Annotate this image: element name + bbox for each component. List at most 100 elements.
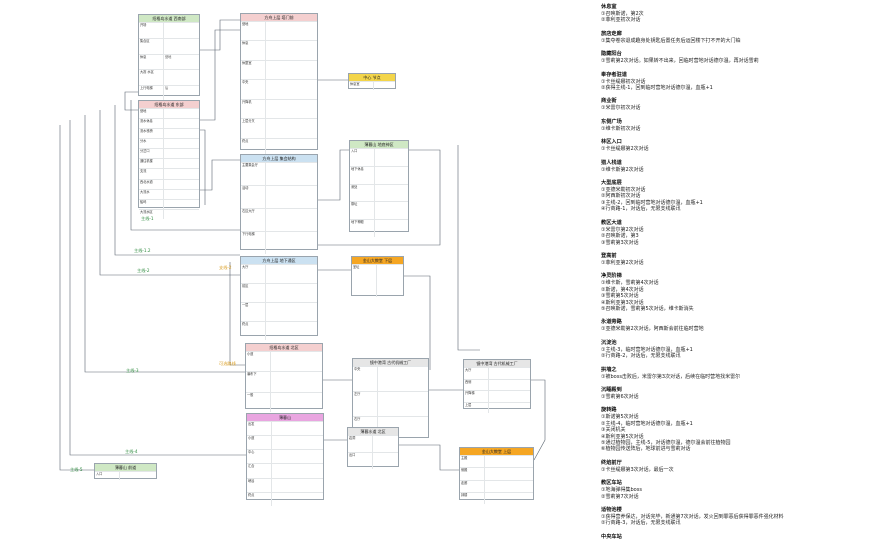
node-row: 瀑布下: [246, 371, 322, 392]
node-row: 开场: [139, 22, 199, 38]
node-row-key: 分水: [139, 139, 164, 149]
node-row-key: 右边大厅: [241, 209, 266, 231]
node-row-value: [375, 202, 408, 219]
note-line: ①卡丝缇娜第3次对话，最后一次: [601, 466, 674, 473]
node-row-value: [266, 186, 317, 208]
note-section: 旅店走廊 ①集夺卷宗退成趣身处钥匙后置任务后运回楼下打不开的大门铂: [601, 31, 883, 44]
node-row: 岩洞: [348, 435, 398, 452]
node-row-key: 小道: [246, 352, 271, 372]
node-row-key: 前区: [241, 284, 266, 302]
node-row-value: [489, 380, 530, 391]
node-row-value: [266, 41, 317, 59]
node-row: 休整室: [241, 59, 317, 80]
note-line: ⑤召唤斯诺，雪莉第5次对话，维卡斯消失: [601, 305, 694, 312]
node-title: 方舟上层 集会结构: [241, 155, 317, 162]
node-row-key: 营地: [139, 109, 164, 119]
node-row-value: [271, 393, 322, 412]
connector-line: [200, 19, 240, 51]
node-row: 船坞: [139, 198, 199, 209]
node-row-value: [375, 185, 408, 202]
node-row-value: [266, 163, 317, 185]
note-title: 东侧广场: [601, 118, 622, 125]
node-row-key: 大厅: [241, 265, 266, 283]
node-row-value: [164, 70, 199, 85]
node-row-value: [485, 468, 533, 479]
node-row-value: [164, 119, 199, 128]
node-row-key: 升降机: [241, 99, 266, 119]
node-row-value: [164, 23, 199, 38]
node-row-key: 终点: [247, 492, 272, 506]
node-row: 前区: [241, 283, 317, 302]
edge-label: 主线-3: [126, 368, 139, 373]
node-row-key: 主要集会厅: [241, 163, 266, 185]
node-row-value: [164, 190, 199, 199]
notes-panel: 休息室 ①召唤斯诺，第2次 ②菲利亚初次对话 旅店走廊 ①集夺卷宗退成趣身处钥匙后置任务…: [601, 4, 883, 548]
note-line: ①菲利亚第2次对话: [601, 259, 644, 266]
note-title: 适物池楼: [601, 507, 622, 514]
node-row-key: 通往机楼: [139, 159, 164, 169]
node-row-key: 主殿: [460, 456, 485, 468]
node-row-value: [164, 159, 199, 168]
node-row-key: 休息室: [349, 82, 374, 90]
note-line: ①维卡斯初次对话: [601, 125, 641, 132]
node-row: 深处: [350, 183, 408, 202]
node-row-value: [266, 265, 317, 283]
node-row-key: 终点: [241, 322, 266, 340]
node-row: 祭坛: [350, 201, 408, 220]
node-row: 西北水道: [139, 178, 199, 189]
node-row-key: 上行电梯: [139, 86, 164, 101]
diagram-node: 绍格岛水道 东部 营地 流水休息 流水栈桥 分水 分岔口 通往机楼 支流 西北水道 大流水 船坞 大流…: [138, 100, 200, 219]
diagram-node: 方舟上层 集会结构 主要集会厅 活动 右边大厅 下行电梯: [240, 154, 318, 254]
note-section: 林区入口 ①卡丝缇娜第2次对话: [601, 139, 883, 152]
node-row-value: [266, 61, 317, 79]
note-title: 商业街: [601, 98, 617, 105]
node-title: 薄暮山: [247, 414, 323, 421]
diagram-node: 薄暮水道 北区 岩洞 出口: [347, 427, 399, 469]
note-line: ①亚德米勒第2次对话，阿西斯会前往临时营地: [601, 326, 704, 333]
node-row: 休息室: [349, 81, 395, 90]
node-row: 汇合: [247, 463, 323, 478]
node-row-value: 营地: [165, 54, 172, 59]
node-row: 中央: [353, 366, 428, 391]
node-row-key: 一般: [246, 392, 271, 412]
node-row-key: 大流水: [139, 189, 164, 199]
note-section: 猎人栈道 ①维卡斯第2次对话: [601, 160, 883, 173]
node-row: 大厅: [464, 367, 530, 379]
node-row: 终点: [241, 321, 317, 340]
connector-line: [200, 159, 240, 191]
node-row: 右边大厅: [241, 208, 317, 231]
connector-line: [399, 444, 459, 471]
node-row-key: 开场: [139, 23, 164, 38]
node-row-value: [164, 149, 199, 158]
note-line: ①集夺卷宗退成趣身处钥匙后置任务后运回楼下打不开的大门铂: [601, 37, 741, 44]
note-title: 奉存者驻道: [601, 71, 627, 78]
note-title: 旋转路: [601, 407, 617, 414]
note-line: ②雪莉第7次对话: [601, 493, 639, 500]
note-line: ①米雷尔初次对话: [601, 105, 641, 112]
node-row: 钟楼: [460, 491, 533, 504]
node-row: 峡谷: [247, 477, 323, 492]
node-row-value: [375, 149, 408, 166]
node-row-value: [266, 322, 317, 340]
node-row-key: 活动: [241, 186, 266, 208]
node-row-key: 休整室: [241, 60, 266, 80]
node-row-value: [378, 367, 428, 391]
node-row-value: [164, 210, 199, 219]
node-row-value: [272, 479, 323, 492]
node-title: 薄暮山 地底神区: [350, 141, 408, 148]
node-row-key: 地下神殿: [350, 220, 375, 237]
node-row: 营地: [241, 21, 317, 41]
node-row: 入口: [350, 148, 408, 166]
node-row-key: 峡谷: [247, 478, 272, 492]
node-row-value: [271, 372, 322, 391]
node-row-value: [164, 139, 199, 148]
node-row-key: 入口: [350, 149, 375, 166]
note-title: 中央车站: [601, 533, 622, 540]
node-row-key: 西北水道: [139, 179, 164, 189]
node-row: 终点: [247, 491, 323, 506]
node-row: 活动: [241, 185, 317, 208]
node-row-key: 岩洞: [348, 436, 373, 452]
edge-label: 可选路线: [219, 361, 236, 366]
node-row-key: 西侧: [464, 379, 489, 390]
node-row-key: 入口: [95, 472, 120, 480]
